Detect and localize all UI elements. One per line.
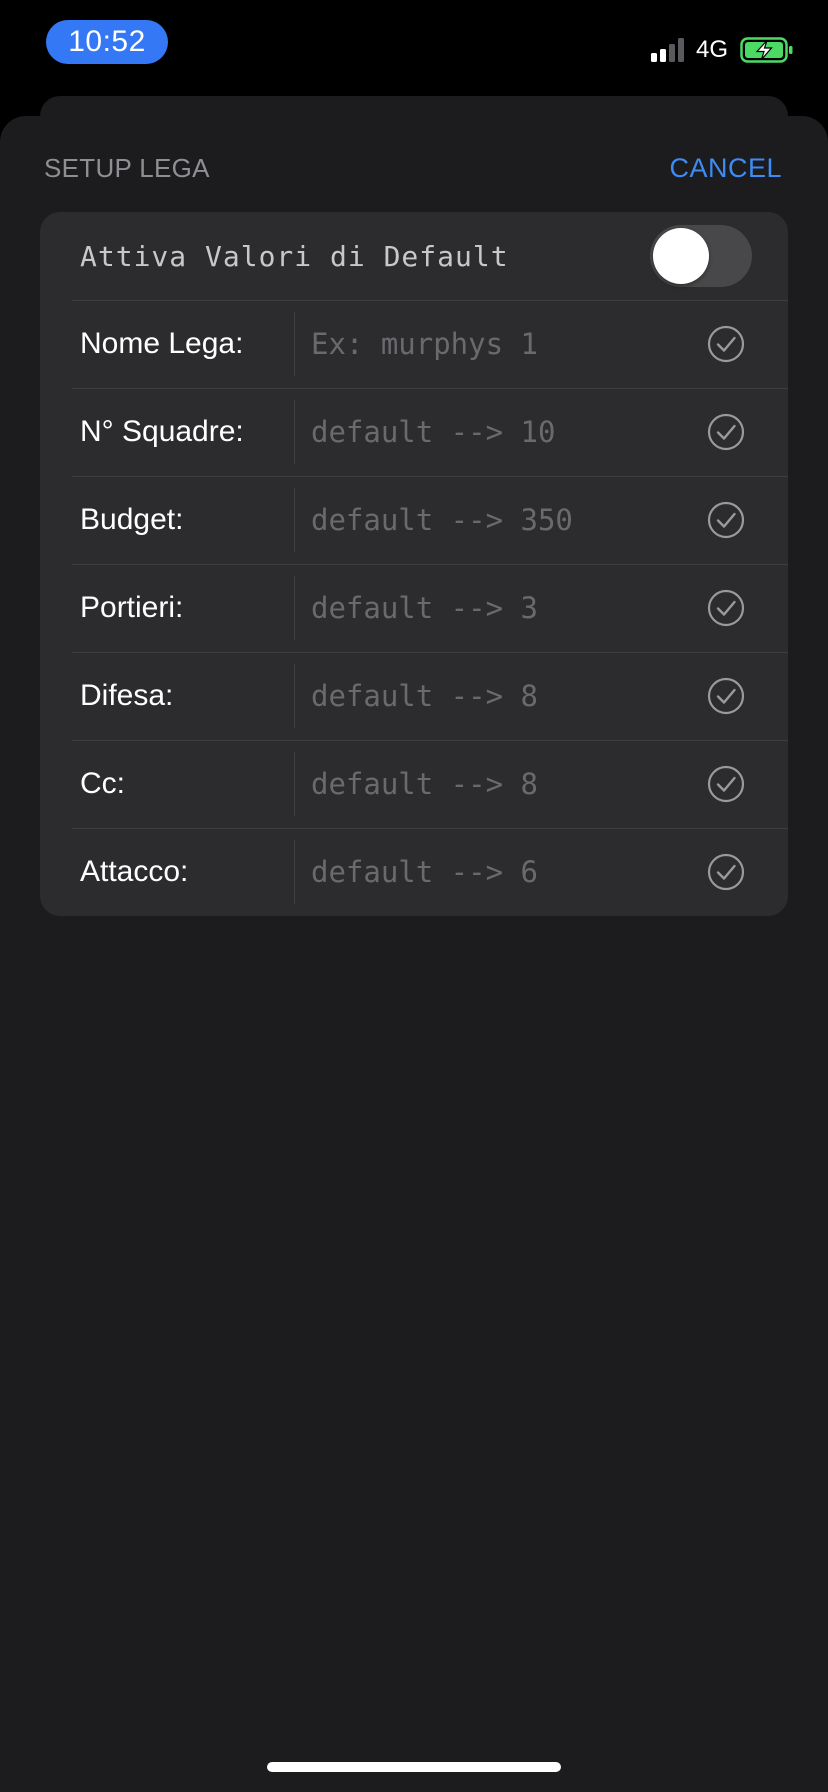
field-row-attacco: Attacco: xyxy=(40,828,788,916)
checkmark-circle-icon xyxy=(707,501,745,539)
field-divider xyxy=(294,576,295,640)
field-divider xyxy=(294,664,295,728)
checkmark-circle-icon xyxy=(707,677,745,715)
portieri-input[interactable] xyxy=(311,578,696,638)
field-label-attacco: Attacco: xyxy=(80,855,189,888)
field-divider xyxy=(294,488,295,552)
field-label-difesa: Difesa: xyxy=(80,679,174,712)
sheet-title: SETUP LEGA xyxy=(44,152,210,183)
status-time[interactable]: 10:52 xyxy=(46,20,168,64)
setup-form: Attiva Valori di Default Nome Lega: N° S… xyxy=(40,212,788,916)
field-label-portieri: Portieri: xyxy=(80,591,184,624)
field-row-cc: Cc: xyxy=(40,740,788,828)
field-row-difesa: Difesa: xyxy=(40,652,788,740)
sheet-header: SETUP LEGA CANCEL xyxy=(44,148,782,188)
home-indicator[interactable] xyxy=(267,1762,561,1772)
checkmark-circle-icon xyxy=(707,765,745,803)
nome-lega-input[interactable] xyxy=(311,314,696,374)
cc-input[interactable] xyxy=(311,754,696,814)
field-label-nome-lega: Nome Lega: xyxy=(80,327,244,360)
status-indicators: 4G xyxy=(650,34,794,66)
checkmark-circle-icon xyxy=(707,413,745,451)
field-row-nome-lega: Nome Lega: xyxy=(40,300,788,388)
field-divider xyxy=(294,312,295,376)
toggle-knob xyxy=(653,228,709,284)
field-row-squadre: N° Squadre: xyxy=(40,388,788,476)
cancel-button[interactable]: CANCEL xyxy=(669,153,782,184)
signal-icon xyxy=(650,38,684,62)
field-row-budget: Budget: xyxy=(40,476,788,564)
network-type: 4G xyxy=(695,36,728,63)
field-row-portieri: Portieri: xyxy=(40,564,788,652)
default-values-row: Attiva Valori di Default xyxy=(40,212,788,300)
checkmark-circle-icon xyxy=(707,325,745,363)
checkmark-circle-icon xyxy=(707,853,745,891)
budget-input[interactable] xyxy=(311,490,696,550)
default-values-toggle[interactable] xyxy=(650,225,752,287)
field-divider xyxy=(294,752,295,816)
field-label-squadre: N° Squadre: xyxy=(80,415,244,448)
field-divider xyxy=(294,400,295,464)
field-label-cc: Cc: xyxy=(80,767,125,800)
battery-charging-icon xyxy=(740,37,793,63)
difesa-input[interactable] xyxy=(311,666,696,726)
field-label-budget: Budget: xyxy=(80,503,184,536)
app-screen: 10:52 4G SETUP LEGA CANCEL Attiva Valori… xyxy=(0,0,828,1792)
default-values-label: Attiva Valori di Default xyxy=(80,239,509,273)
setup-sheet: SETUP LEGA CANCEL Attiva Valori di Defau… xyxy=(0,116,828,1792)
attacco-input[interactable] xyxy=(311,842,696,902)
squadre-input[interactable] xyxy=(311,402,696,462)
field-divider xyxy=(294,840,295,904)
checkmark-circle-icon xyxy=(707,589,745,627)
